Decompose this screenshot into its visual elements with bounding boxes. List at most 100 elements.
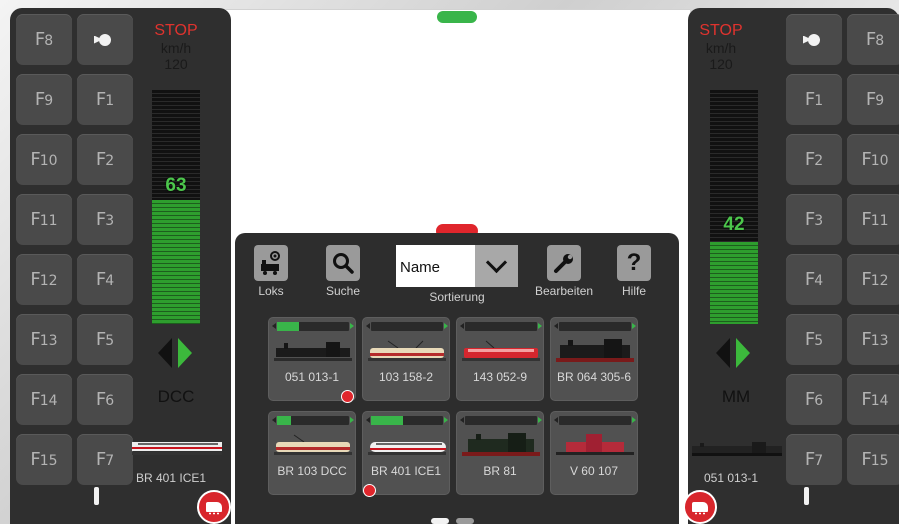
function-button-f1[interactable]: F1 — [786, 74, 842, 125]
function-button-f4[interactable]: F4 — [77, 254, 133, 305]
max-speed-label: 120 — [164, 56, 188, 72]
sort-dropdown[interactable]: Name — [396, 245, 518, 287]
loco-name: 051 013-1 — [284, 370, 340, 384]
steam-loco-image — [556, 339, 634, 362]
loco-card[interactable]: 051 013-1 — [268, 317, 356, 403]
direction-toggle[interactable] — [158, 338, 192, 368]
light-function-button[interactable] — [77, 14, 133, 65]
speed-unit-label: km/h — [705, 40, 737, 56]
function-button-f13[interactable]: F13 — [847, 314, 899, 365]
search-button[interactable]: Suche — [326, 245, 360, 298]
function-button-f11[interactable]: F11 — [847, 194, 899, 245]
function-button-f5[interactable]: F5 — [77, 314, 133, 365]
loco-card[interactable]: 143 052-9 — [456, 317, 544, 401]
electric-loco-image — [368, 340, 446, 361]
function-button-f6[interactable]: F6 — [77, 374, 133, 425]
active-indicator — [363, 484, 376, 497]
right-loco-select-button[interactable] — [683, 490, 717, 524]
steam-loco-image — [692, 442, 782, 456]
function-button-f3[interactable]: F3 — [786, 194, 842, 245]
left-loco-select-button[interactable] — [197, 490, 231, 524]
sort-value[interactable]: Name — [396, 245, 475, 287]
ice-train-image — [368, 442, 446, 455]
current-speed-value: 42 — [723, 214, 745, 235]
function-button-f2[interactable]: F2 — [77, 134, 133, 185]
headlight-icon — [99, 33, 111, 46]
function-button-f1[interactable]: F1 — [77, 74, 133, 125]
page-indicator — [431, 518, 474, 524]
panel-scroll-indicator — [804, 487, 809, 505]
protocol-label: MM — [721, 387, 751, 406]
electric-loco-image — [462, 340, 540, 361]
stop-label[interactable]: STOP — [691, 22, 751, 40]
current-speed-value: 63 — [165, 175, 187, 196]
speed-slider[interactable] — [152, 90, 200, 324]
loco-card[interactable]: 103 158-2 — [362, 317, 450, 401]
function-button-f15[interactable]: F15 — [16, 434, 72, 485]
function-button-f9[interactable]: F9 — [16, 74, 72, 125]
function-button-f12[interactable]: F12 — [847, 254, 899, 305]
function-button-f5[interactable]: F5 — [786, 314, 842, 365]
electric-loco-image — [274, 434, 352, 455]
loco-name: BR 401 ICE1 — [370, 464, 442, 478]
loco-name: 103 158-2 — [378, 370, 434, 384]
function-button-f11[interactable]: F11 — [16, 194, 72, 245]
panel-scroll-indicator — [94, 487, 99, 505]
function-button-f4[interactable]: F4 — [786, 254, 842, 305]
loco-card[interactable]: V 60 107 — [550, 411, 638, 495]
loco-name: BR 064 305-6 — [556, 370, 632, 384]
max-speed-label: 120 — [709, 56, 733, 72]
speed-unit-label: km/h — [160, 40, 192, 56]
loco-card[interactable]: BR 81 — [456, 411, 544, 495]
chevron-down-icon[interactable] — [475, 245, 518, 287]
question-icon: ? — [617, 245, 651, 281]
loco-icon — [692, 502, 708, 515]
function-button-f9[interactable]: F9 — [847, 74, 899, 125]
loco-name: BR 103 DCC — [277, 464, 347, 478]
top-drawer-handle[interactable] — [437, 11, 477, 23]
function-button-f6[interactable]: F6 — [786, 374, 842, 425]
function-button-f8[interactable]: F8 — [847, 14, 899, 65]
loco-card[interactable]: BR 103 DCC — [268, 411, 356, 495]
function-button-f8[interactable]: F8 — [16, 14, 72, 65]
function-button-f2[interactable]: F2 — [786, 134, 842, 185]
loco-name: V 60 107 — [569, 464, 619, 478]
function-button-f10[interactable]: F10 — [16, 134, 72, 185]
loco-card[interactable]: BR 401 ICE1 — [362, 411, 450, 497]
left-controller-panel: F8 F9 F10 F11 F12 F13 F14 F15 F1 F2 F3 F… — [10, 8, 231, 524]
function-button-f13[interactable]: F13 — [16, 314, 72, 365]
reverse-icon — [158, 338, 172, 368]
forward-icon — [178, 338, 192, 368]
headlight-icon — [808, 33, 820, 46]
function-button-f12[interactable]: F12 — [16, 254, 72, 305]
loco-card[interactable]: BR 064 305-6 — [550, 317, 638, 401]
page-dot[interactable] — [456, 518, 474, 524]
edit-button[interactable]: Bearbeiten — [535, 245, 593, 298]
loco-name: 143 052-9 — [472, 370, 528, 384]
reverse-icon — [716, 338, 730, 368]
help-button[interactable]: ? Hilfe — [617, 245, 651, 298]
ice-train-image — [132, 442, 222, 455]
function-button-f7[interactable]: F7 — [77, 434, 133, 485]
wrench-icon — [554, 254, 574, 273]
function-button-f14[interactable]: F14 — [847, 374, 899, 425]
light-function-button[interactable] — [786, 14, 842, 65]
function-button-f15[interactable]: F15 — [847, 434, 899, 485]
function-button-f10[interactable]: F10 — [847, 134, 899, 185]
stop-label[interactable]: STOP — [146, 22, 206, 40]
speed-bar-fill — [277, 322, 299, 331]
loco-icon — [206, 502, 222, 515]
active-loco-name: BR 401 ICE1 — [136, 471, 207, 485]
sort-label: Sortierung — [429, 290, 485, 304]
function-button-f3[interactable]: F3 — [77, 194, 133, 245]
steam-loco-image — [462, 433, 540, 456]
speed-slider[interactable] — [710, 90, 758, 324]
function-button-f14[interactable]: F14 — [16, 374, 72, 425]
page-dot-active[interactable] — [431, 518, 449, 524]
right-controller-panel: STOP km/h 120 42 MM 051 013-1 F1 F2 F3 F… — [688, 8, 899, 524]
function-button-f7[interactable]: F7 — [786, 434, 842, 485]
loco-name: BR 81 — [483, 464, 517, 478]
loks-button[interactable]: Loks — [254, 245, 288, 298]
diesel-loco-image — [556, 434, 634, 455]
direction-toggle[interactable] — [716, 338, 750, 368]
